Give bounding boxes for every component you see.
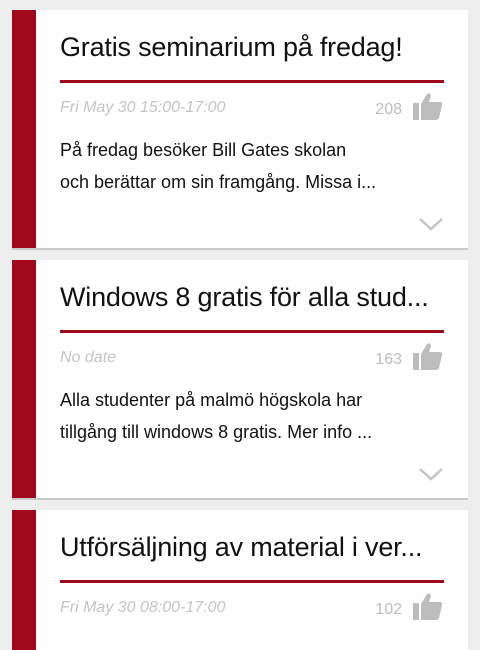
card-excerpt: Alla studenter på malmö högskola har til… [60, 384, 444, 448]
card-title: Utförsäljning av material i ver... [60, 532, 423, 562]
chevron-down-icon[interactable] [418, 216, 444, 232]
news-card[interactable]: Gratis seminarium på fredag! Fri May 30 … [12, 10, 468, 248]
thumbs-up-icon[interactable] [412, 590, 444, 622]
title-divider [60, 580, 444, 583]
news-card[interactable]: Windows 8 gratis för alla stud... No dat… [12, 260, 468, 498]
title-divider [60, 330, 444, 333]
chevron-down-icon[interactable] [418, 466, 444, 482]
excerpt-line: tillgång till windows 8 gratis. Mer info… [60, 422, 373, 442]
news-card[interactable]: Utförsäljning av material i ver... Fri M… [12, 510, 468, 650]
excerpt-line: Alla studenter på malmö högskola har [60, 390, 363, 410]
card-title: Windows 8 gratis för alla stud... [60, 282, 429, 312]
like-count: 102 [375, 601, 402, 618]
news-feed: Gratis seminarium på fredag! Fri May 30 … [0, 0, 480, 650]
card-date: No date [60, 349, 117, 366]
thumbs-up-icon[interactable] [412, 340, 444, 372]
card-excerpt: På fredag besöker Bill Gates skolan och … [60, 134, 444, 198]
title-divider [60, 80, 444, 83]
card-title: Gratis seminarium på fredag! [60, 32, 403, 62]
card-accent-stripe [12, 260, 36, 498]
like-count: 208 [375, 101, 402, 118]
card-date: Fri May 30 08:00-17:00 [60, 599, 226, 616]
excerpt-line: På fredag besöker Bill Gates skolan [60, 140, 347, 160]
card-accent-stripe [12, 510, 36, 650]
card-accent-stripe [12, 10, 36, 248]
excerpt-line: och berättar om sin framgång. Missa i... [60, 172, 377, 192]
thumbs-up-icon[interactable] [412, 90, 444, 122]
like-count: 163 [375, 351, 402, 368]
card-date: Fri May 30 15:00-17:00 [60, 99, 226, 116]
